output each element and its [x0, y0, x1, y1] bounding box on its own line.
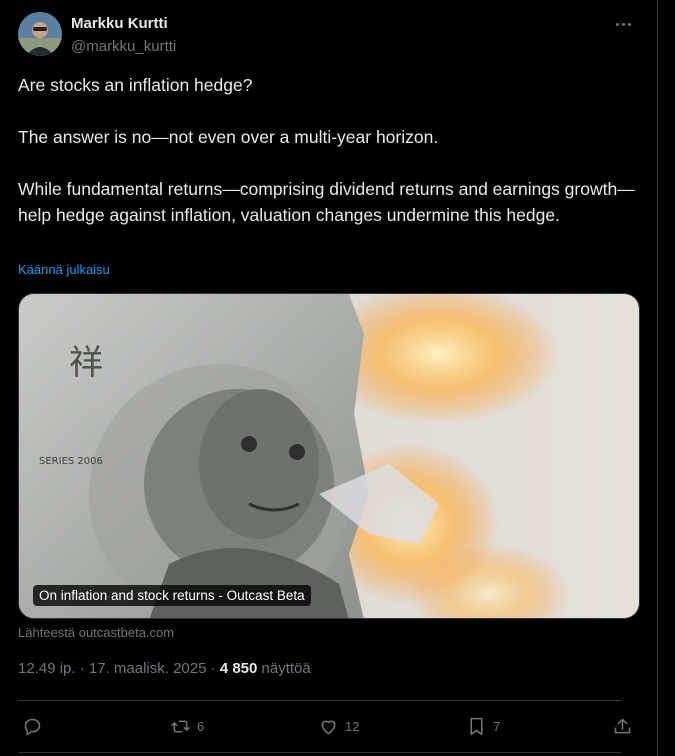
tweet-container: Markku Kurtti @markku_kurtti Are stocks … [0, 0, 658, 756]
avatar[interactable] [18, 12, 62, 56]
more-icon[interactable] [609, 14, 637, 34]
tweet-meta: 12.49 ip. · 17. maalisk. 2025 · 4 850 nä… [18, 660, 311, 677]
divider [18, 752, 621, 753]
like-icon [321, 720, 336, 734]
post-time[interactable]: 12.49 ip. [18, 660, 76, 677]
bookmark-button[interactable]: 7 [466, 712, 500, 740]
tweet-header: Markku Kurtti @markku_kurtti [18, 12, 637, 60]
tweet-paragraph: While fundamental returns—comprising div… [18, 179, 635, 225]
svg-text:SERIES 2006: SERIES 2006 [39, 456, 103, 467]
share-icon [614, 718, 631, 733]
like-button[interactable]: 12 [318, 712, 359, 740]
views-count: 4 850 [219, 660, 258, 677]
repost-button[interactable]: 6 [170, 712, 204, 740]
meta-separator: · [75, 660, 89, 677]
views-label: näyttöä [261, 660, 311, 677]
share-button[interactable] [612, 712, 633, 740]
tweet-paragraph: The answer is no—not even over a multi-y… [18, 127, 439, 147]
link-card[interactable]: 祥 SERIES 2006 On inflation and stock ret… [18, 293, 640, 619]
tweet-spacer [18, 150, 643, 176]
bookmark-icon [470, 717, 483, 735]
card-caption: On inflation and stock returns - Outcast… [33, 585, 311, 606]
post-date[interactable]: 17. maalisk. 2025 [89, 660, 207, 677]
bookmark-count: 7 [493, 718, 501, 734]
translate-link[interactable]: Käännä julkaisu [18, 262, 110, 277]
card-source[interactable]: Lähteestä outcastbeta.com [18, 625, 174, 640]
tweet-text: Are stocks an inflation hedge? The answe… [18, 72, 643, 228]
meta-separator: · [206, 660, 220, 677]
author-name[interactable]: Markku Kurtti [71, 15, 168, 32]
repost-icon [171, 719, 190, 733]
tweet-paragraph: Are stocks an inflation hedge? [18, 75, 253, 95]
author-handle[interactable]: @markku_kurtti [71, 38, 176, 55]
like-count: 12 [345, 718, 360, 734]
card-image: 祥 SERIES 2006 [19, 294, 639, 618]
tweet-spacer [18, 98, 643, 124]
svg-text:祥: 祥 [69, 343, 103, 383]
divider [18, 700, 621, 701]
reply-button[interactable] [22, 712, 49, 740]
action-bar: 6 12 7 [18, 712, 638, 740]
repost-count: 6 [197, 718, 205, 734]
reply-icon [24, 718, 41, 736]
